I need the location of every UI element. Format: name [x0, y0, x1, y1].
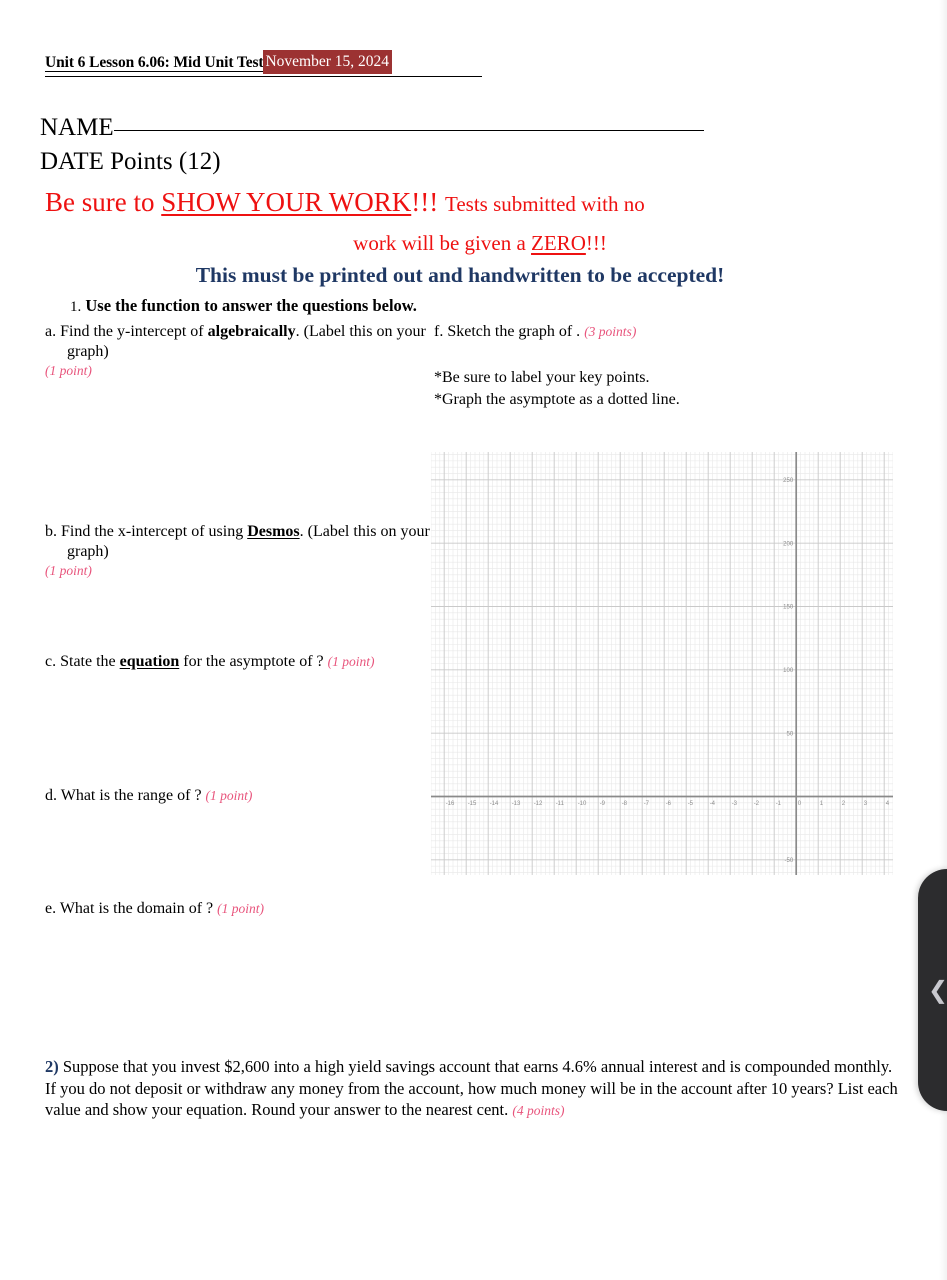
warning-line-3-printed: This must be printed out and handwritten…: [195, 263, 725, 287]
y-axis-tick-label: 200: [783, 541, 794, 547]
x-axis-tick-label: -2: [754, 801, 760, 807]
x-axis-tick-label: -16: [446, 801, 455, 807]
y-axis-tick-label: 150: [783, 605, 794, 611]
part-b-letter: b.: [45, 523, 57, 540]
part-c-text: State the: [60, 653, 120, 670]
graph-svg: -16 -15 -14 -13 -12 -11 -10 -9 -8 -7 -6 -5 -4 -3 -2 -1 0…: [430, 452, 894, 875]
question-1-part-f: f. Sketch the graph of . (3 points): [434, 322, 734, 342]
y-axis-tick-label: 100: [783, 668, 794, 674]
y-axis-tick-label: -50: [785, 858, 794, 864]
name-input-blank[interactable]: [113, 130, 704, 131]
x-axis-tick-label: -4: [710, 801, 716, 807]
x-axis-tick-label: -3: [732, 801, 738, 807]
chevron-left-icon[interactable]: ❮: [925, 977, 947, 1003]
part-b-text: Find the x-intercept of using: [61, 523, 248, 540]
document-title: Unit 6 Lesson 6.06: Mid Unit Test: [45, 54, 264, 71]
graph-note-key-points: *Be sure to label your key points.: [434, 369, 650, 386]
question-1-number: 1.: [70, 299, 82, 315]
warning-zero: ZERO: [531, 231, 586, 255]
question-1-part-e: e. What is the domain of ? (1 point): [45, 899, 435, 919]
warning-bangs-1: !!!: [411, 187, 439, 217]
header-underline-rule: [45, 76, 482, 78]
warning-work-given: work will be given a: [353, 231, 532, 255]
part-b-bold-term: Desmos: [247, 523, 300, 540]
question-2: 2) Suppose that you invest $2,600 into a…: [45, 1056, 903, 1122]
question-1-part-c: c. State the equation for the asymptote …: [45, 652, 435, 672]
x-axis-tick-label: -6: [666, 801, 672, 807]
part-a-points: (1 point): [45, 363, 92, 378]
part-d-letter: d.: [45, 787, 57, 804]
warning-bangs-2: !!!: [585, 231, 607, 255]
y-axis-tick-label: 50: [787, 731, 794, 737]
part-c-letter: c.: [45, 653, 57, 670]
part-f-points: (3 points): [584, 324, 637, 339]
part-c-points: (1 point): [327, 654, 375, 669]
date-label: DATE: [40, 148, 104, 175]
warning-tests-submitted: Tests submitted with no: [444, 192, 645, 216]
part-e-points: (1 point): [217, 901, 264, 916]
part-c-text-tail: for the asymptote of ?: [179, 653, 324, 670]
x-axis-tick-label: -13: [512, 801, 521, 807]
coordinate-grid-graph[interactable]: -16 -15 -14 -13 -12 -11 -10 -9 -8 -7 -6 -5 -4 -3 -2 -1 0…: [430, 452, 894, 875]
warning-show-your-work: SHOW YOUR WORK: [161, 187, 412, 217]
question-1-part-a: a. Find the y-intercept of algebraically…: [45, 322, 435, 381]
part-a-letter: a.: [45, 323, 57, 340]
part-f-letter: f.: [434, 323, 444, 340]
document-header: Unit 6 Lesson 6.06: Mid Unit Test Novembe…: [45, 50, 393, 74]
question-2-points: (4 points): [512, 1103, 565, 1118]
part-d-text: What is the range of ?: [60, 787, 202, 804]
sidebar-collapse-panel[interactable]: ❮: [918, 869, 947, 1111]
points-label: Points (12): [110, 148, 221, 175]
x-axis-tick-label: -11: [556, 801, 565, 807]
x-axis-tick-label: -9: [600, 801, 606, 807]
warning-prefix: Be sure to: [45, 187, 162, 217]
part-a-text: Find the y-intercept of: [60, 323, 208, 340]
x-axis-tick-label: -15: [468, 801, 477, 807]
question-2-text: Suppose that you invest $2,600 into a hi…: [45, 1057, 898, 1119]
warning-line-1: Be sure to SHOW YOUR WORK!!! Tests submi…: [45, 186, 915, 220]
part-e-letter: e.: [45, 900, 57, 917]
document-date-badge: November 15, 2024: [263, 50, 393, 74]
part-a-bold-term: algebraically: [207, 323, 296, 340]
date-points-field-line: DATE Points (12): [40, 147, 221, 177]
x-axis-tick-label: -14: [490, 801, 499, 807]
y-axis-tick-label: 250: [783, 478, 794, 484]
part-f-text: Sketch the graph of .: [447, 323, 581, 340]
warning-line-2: work will be given a ZERO!!!: [45, 230, 915, 256]
x-axis-tick-label: -5: [688, 801, 694, 807]
part-d-points: (1 point): [205, 788, 253, 803]
part-e-text: What is the domain of ?: [59, 900, 214, 917]
question-1-stem-text: Use the function to answer the questions…: [85, 296, 417, 315]
question-1-stem: 1. Use the function to answer the questi…: [70, 296, 417, 317]
question-2-number: 2): [45, 1057, 59, 1076]
x-axis-tick-label: -10: [578, 801, 587, 807]
part-b-points: (1 point): [45, 563, 92, 578]
x-axis-tick-label: -8: [622, 801, 628, 807]
x-axis-tick-label: -7: [644, 801, 650, 807]
question-1-part-b: b. Find the x-intercept of using Desmos.…: [45, 522, 435, 581]
x-axis-tick-label: -1: [776, 801, 782, 807]
name-field-line: NAME: [40, 113, 704, 143]
part-c-bold-term: equation: [119, 653, 180, 670]
name-label: NAME: [40, 114, 114, 141]
question-1-part-d: d. What is the range of ? (1 point): [45, 786, 435, 806]
graph-note-asymptote: *Graph the asymptote as a dotted line.: [434, 391, 680, 408]
x-axis-tick-label: -12: [534, 801, 543, 807]
